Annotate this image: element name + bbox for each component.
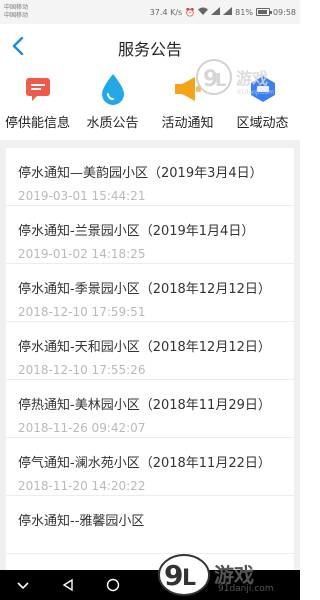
notice-date: 2019-03-01 15:44:21 [18,189,146,203]
notice-title: 停水通知-天和园小区（2018年12月12日） [18,340,271,355]
category-label: 区域动态 [236,116,289,131]
chevron-down-icon [16,582,29,590]
status-bar: 中国移动 中国移动 37.4 K/s ⏰ 81% 09:58 [0,0,300,24]
list-item[interactable]: 停水通知-兰景园小区（2019年1月4日） 2019-01-02 14:18:2… [6,206,294,264]
watermark-logo: 9 L 游戏 91danji.com [194,56,286,98]
signal-icon [223,7,233,17]
network-speed: 37.4 K/s [149,7,183,17]
notice-title: 停水通知-季景园小区（2018年12月12日） [18,282,271,297]
notice-title: 停水通知-兰景园小区（2019年1月4日） [18,224,255,239]
battery-percent: 81% [235,7,253,17]
list-item[interactable]: 停水通知--雅馨园小区 [6,496,294,554]
carrier-info: 中国移动 中国移动 [4,4,28,20]
notice-title: 停气通知-澜水苑小区（2018年11月22日） [18,456,271,471]
home-button[interactable] [90,570,135,600]
wifi-icon [198,7,209,17]
svg-text:91danji.com: 91danji.com [237,89,274,96]
list-item[interactable]: 停水通知-天和园小区（2018年12月12日） 2018-12-10 17:55… [6,322,294,380]
notice-date: 2018-12-10 17:59:51 [18,305,146,319]
signal-icon [211,7,221,17]
svg-text:游戏: 游戏 [236,69,268,88]
notice-date: 2019-01-02 14:18:25 [18,247,146,261]
category-label: 活动通知 [161,116,214,131]
circle-home-icon [106,578,119,592]
notice-title: 停水通知—美韵园小区（2019年3月4日） [18,166,263,181]
clock: 09:58 [272,7,296,17]
list-item[interactable]: 停水通知—美韵园小区（2019年3月4日） 2019-03-01 15:44:2… [6,148,294,206]
notice-title: 停水通知--雅馨园小区 [18,514,145,529]
notice-list: 停水通知—美韵园小区（2019年3月4日） 2019-03-01 15:44:2… [6,148,294,570]
notice-date: 2018-12-10 17:55:26 [18,363,146,377]
watermark-url: 91danji.com [218,584,274,594]
svg-text:L: L [215,70,226,91]
category-service-info[interactable]: 停供能信息 [0,68,75,140]
back-nav-button[interactable] [45,570,90,600]
category-label: 停供能信息 [4,116,70,131]
svg-text:9: 9 [164,559,183,592]
alarm-icon: ⏰ [185,7,196,17]
notice-date: 2018-11-26 09:42:07 [18,421,146,435]
list-item[interactable]: 停气通知-澜水苑小区（2018年11月22日） 2018-11-20 14:20… [6,438,294,496]
watermark-logo: 9 L 游戏 91danji.com [156,552,296,598]
battery-icon [255,8,272,16]
category-label: 水质公告 [86,116,139,131]
water-drop-icon [96,72,130,106]
list-item[interactable]: 停热通知-美林园小区（2018年11月29日） 2018-11-26 09:42… [6,380,294,438]
message-icon [21,72,55,106]
status-indicators: 37.4 K/s ⏰ 81% 09:58 [150,7,296,17]
triangle-back-icon [62,578,73,592]
collapse-button[interactable] [0,570,45,600]
notice-title: 停热通知-美林园小区（2018年11月29日） [18,398,271,413]
category-water-quality[interactable]: 水质公告 [75,68,150,140]
svg-text:L: L [182,566,196,591]
carrier-label: 中国移动 [4,4,29,11]
list-item[interactable]: 停水通知-季景园小区（2018年12月12日） 2018-12-10 17:59… [6,264,294,322]
carrier-label: 中国移动 [4,12,29,19]
notice-date: 2018-11-20 14:20:22 [18,479,146,493]
